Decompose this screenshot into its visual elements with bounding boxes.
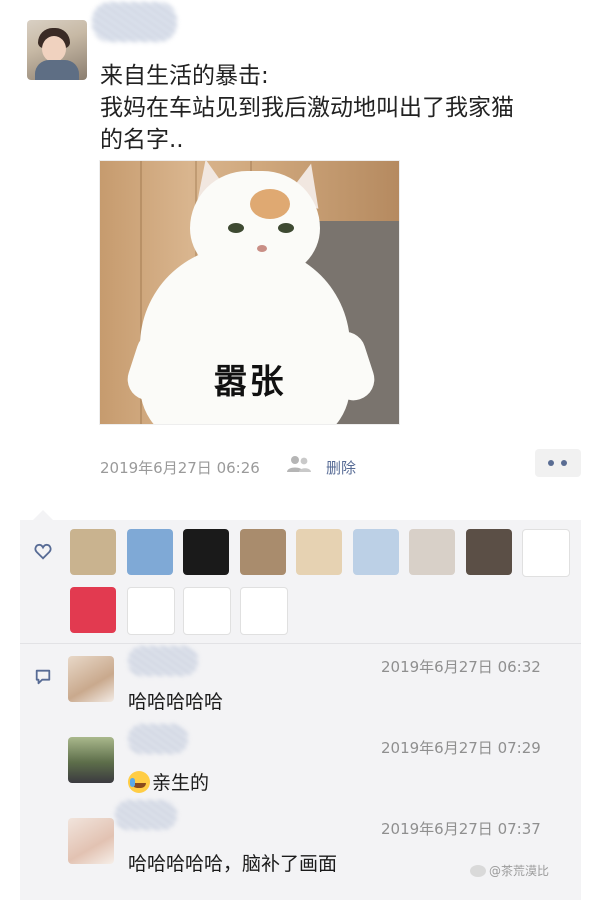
poster-avatar[interactable] <box>27 20 87 80</box>
post-text-line: 来自生活的暴击: <box>100 63 269 89</box>
weibo-watermark: @茶荒漠比 <box>470 862 549 879</box>
cat-head <box>190 171 320 276</box>
comment-time: 2019年6月27日 06:32 <box>381 658 541 676</box>
commenter-avatar[interactable] <box>68 656 114 702</box>
liker-avatar[interactable] <box>296 529 342 575</box>
liker-avatar[interactable] <box>183 587 231 635</box>
comment-text: 亲生的 <box>128 768 209 795</box>
liker-avatar[interactable] <box>352 529 399 575</box>
comment-text: 哈哈哈哈哈 <box>128 691 224 713</box>
crying-face-icon <box>128 771 150 793</box>
post-text: 来自生活的暴击: 我妈在车站见到我后激动地叫出了我家猫 的名字.. <box>100 60 570 156</box>
post-text-line: 的名字.. <box>100 127 184 153</box>
image-caption: 嚣张 <box>213 362 286 402</box>
comment-time: 2019年6月27日 07:29 <box>381 739 541 757</box>
liker-avatar[interactable] <box>126 587 175 635</box>
post-text-line: 我妈在车站见到我后激动地叫出了我家猫 <box>100 95 514 121</box>
weibo-logo-icon <box>470 865 486 877</box>
commenter-avatar[interactable] <box>68 818 114 864</box>
liker-avatar[interactable] <box>70 529 116 575</box>
watermark-text: @茶荒漠比 <box>489 864 550 878</box>
commenter-avatar[interactable] <box>68 737 114 783</box>
heart-icon <box>34 543 52 560</box>
likes-divider <box>20 643 581 644</box>
delete-link[interactable]: 删除 <box>326 457 356 478</box>
liker-avatar[interactable] <box>239 529 286 575</box>
panel-notch <box>33 510 53 520</box>
poster-name-redacted <box>92 2 177 42</box>
comment-text: 哈哈哈哈哈，脑补了画面 <box>128 853 338 875</box>
liker-avatar[interactable] <box>183 529 229 575</box>
post-timestamp: 2019年6月27日 06:26 <box>100 459 260 477</box>
comment-time: 2019年6月27日 07:37 <box>381 820 541 838</box>
people-icon <box>287 456 311 472</box>
liker-avatar[interactable] <box>465 529 512 575</box>
liker-avatar[interactable] <box>126 529 173 575</box>
comment-text-content: 亲生的 <box>152 772 210 794</box>
comment-icon <box>35 669 51 685</box>
liker-avatar[interactable] <box>409 529 455 575</box>
liker-avatar[interactable] <box>239 587 288 635</box>
commenter-name-redacted <box>128 646 198 676</box>
post-image[interactable]: 嚣张 <box>99 160 400 425</box>
more-button[interactable] <box>535 449 581 477</box>
commenter-name-redacted <box>115 800 177 830</box>
commenter-name-redacted <box>128 724 188 754</box>
liker-avatar[interactable] <box>70 587 116 633</box>
liker-avatar[interactable] <box>522 529 570 577</box>
